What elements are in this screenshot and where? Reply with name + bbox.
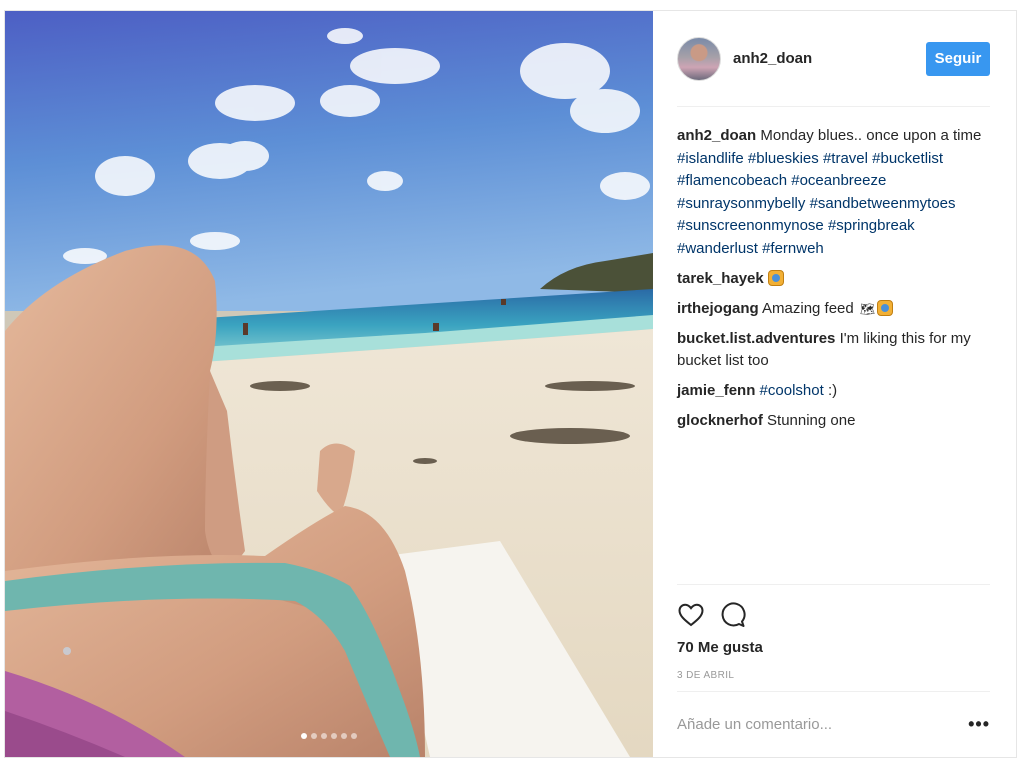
hashtag-link[interactable]: #travel — [823, 150, 868, 167]
hashtag-link[interactable]: #islandlife — [677, 150, 744, 167]
action-icons-row — [677, 599, 990, 631]
comment-item: tarek_hayek — [677, 268, 990, 291]
comment-text: :) — [827, 382, 838, 399]
comment-text: Amazing feed — [762, 299, 854, 317]
post-side-panel: anh2_doan Seguir anh2_doan Monday blues.… — [653, 11, 1016, 757]
comment-item: bucket.list.adventures I'm liking this f… — [677, 328, 990, 373]
world-map-emoji-icon: 🗺 — [859, 301, 876, 316]
comments-list: anh2_doan Monday blues.. once upon a tim… — [677, 107, 990, 584]
comment-bubble-icon — [721, 602, 746, 627]
comment-item: irthejogang Amazing feed 🗺 — [677, 298, 990, 321]
avatar[interactable] — [677, 36, 721, 81]
hashtag-link[interactable]: #wanderlust — [677, 240, 758, 257]
post-actions: 70 Me gusta 3 DE ABRIL — [677, 584, 990, 691]
hashtag-link[interactable]: #bucketlist — [872, 150, 943, 167]
add-comment-bar: ••• — [677, 691, 990, 757]
heart-icon — [678, 603, 704, 627]
comment-username[interactable]: irthejogang — [677, 300, 759, 317]
comment-username[interactable]: glocknerhof — [677, 412, 763, 429]
hashtag-link[interactable]: #sandbetweenmytoes — [810, 195, 956, 212]
hashtag-link[interactable]: #fernweh — [762, 240, 824, 257]
comment-text: Monday blues.. once upon a time — [760, 127, 982, 144]
hashtag-link[interactable]: #oceanbreeze — [791, 172, 886, 189]
comment-item: glocknerhof Stunning one — [677, 410, 990, 433]
carousel-dot[interactable] — [331, 733, 337, 739]
add-comment-input[interactable] — [677, 716, 969, 733]
comment-username[interactable]: jamie_fenn — [677, 382, 755, 399]
hashtag-link[interactable]: #sunraysonmybelly — [677, 195, 805, 212]
hashtag-link[interactable]: #sunscreenonmynose — [677, 217, 824, 234]
raising-hands-emoji-icon — [877, 299, 894, 316]
post-header: anh2_doan Seguir — [677, 11, 990, 107]
carousel-dot[interactable] — [311, 733, 317, 739]
hashtag-link[interactable]: #coolshot — [760, 382, 824, 399]
instagram-post: anh2_doan Seguir anh2_doan Monday blues.… — [4, 10, 1017, 758]
likes-count[interactable]: 70 Me gusta — [677, 639, 990, 656]
beach-photo-image — [5, 11, 653, 757]
comment-text: Stunning one — [767, 412, 856, 429]
comment-username[interactable]: tarek_hayek — [677, 270, 764, 287]
hashtag-link[interactable]: #blueskies — [748, 150, 819, 167]
caption: anh2_doan Monday blues.. once upon a tim… — [677, 125, 990, 260]
carousel-dot[interactable] — [301, 733, 307, 739]
comment-item: jamie_fenn #coolshot :) — [677, 380, 990, 403]
like-button[interactable] — [677, 601, 705, 629]
carousel-dot[interactable] — [351, 733, 357, 739]
carousel-dot[interactable] — [321, 733, 327, 739]
post-date: 3 DE ABRIL — [677, 670, 735, 681]
carousel-dot[interactable] — [341, 733, 347, 739]
more-options-icon[interactable]: ••• — [968, 714, 990, 735]
comment-button[interactable] — [719, 601, 747, 629]
follow-button[interactable]: Seguir — [926, 41, 990, 76]
comment-username[interactable]: anh2_doan — [677, 127, 756, 144]
author-username[interactable]: anh2_doan — [733, 50, 926, 67]
post-photo[interactable] — [5, 11, 653, 757]
comment-username[interactable]: bucket.list.adventures — [677, 330, 835, 347]
hashtag-link[interactable]: #flamencobeach — [677, 172, 787, 189]
hashtag-link[interactable]: #springbreak — [828, 217, 915, 234]
carousel-indicator[interactable] — [5, 733, 653, 739]
raising-hands-emoji-icon — [767, 269, 784, 286]
